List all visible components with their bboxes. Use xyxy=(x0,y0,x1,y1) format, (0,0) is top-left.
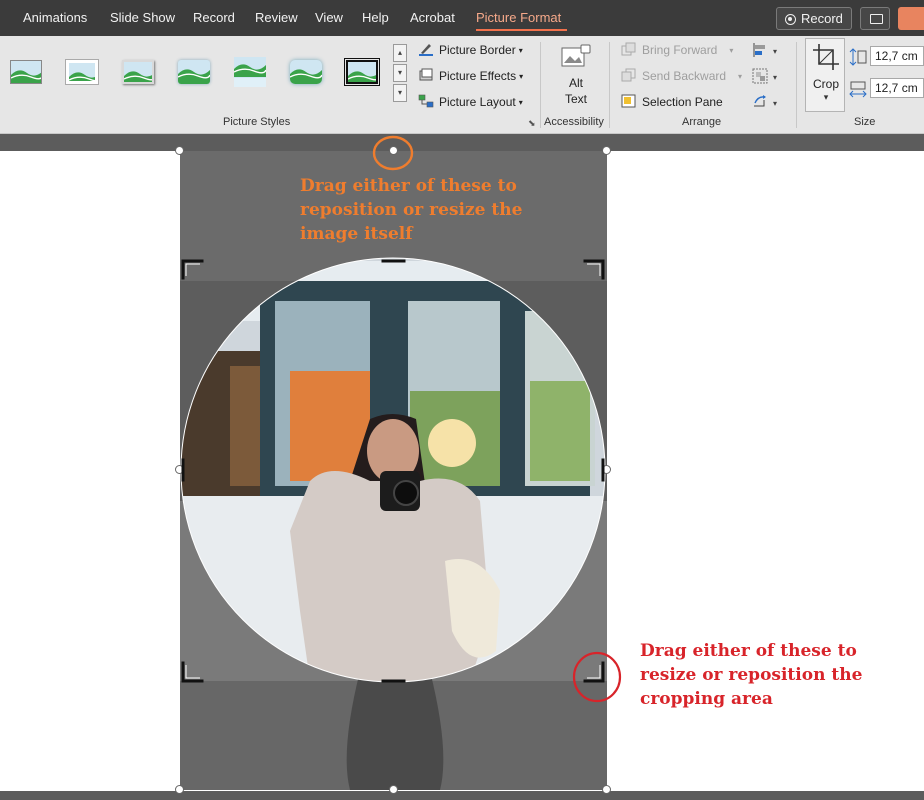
chevron-down-icon: ▾ xyxy=(823,92,829,102)
chevron-down-icon: ▾ xyxy=(519,72,524,81)
menu-slide-show[interactable]: Slide Show xyxy=(110,10,175,25)
picture-border-label: Picture Border xyxy=(439,43,516,57)
svg-text:▾: ▾ xyxy=(773,47,777,56)
image-resize-handle[interactable] xyxy=(175,785,184,794)
chevron-down-icon: ▾ xyxy=(518,46,523,55)
menu-bar: Animations Slide Show Record Review View… xyxy=(0,0,924,36)
menu-animations[interactable]: Animations xyxy=(23,10,87,25)
note-line: Drag either of these to xyxy=(300,176,517,196)
picture-effects-label: Picture Effects xyxy=(439,69,517,83)
group-separator xyxy=(796,42,797,128)
active-tab-underline xyxy=(476,29,567,31)
image-handle-note: Drag either of these to reposition or re… xyxy=(300,174,522,246)
gallery-scroll-arrows: ▴ ▾ ▾ xyxy=(393,44,407,104)
record-button[interactable]: Record xyxy=(776,7,852,30)
picture-border-icon xyxy=(418,42,434,56)
align-icon[interactable]: ▾ xyxy=(752,42,780,60)
picture-style-thumbnail[interactable] xyxy=(286,54,326,90)
share-button[interactable] xyxy=(898,7,924,30)
menu-help[interactable]: Help xyxy=(362,10,389,25)
picture-layout-button[interactable]: Picture Layout ▾ xyxy=(418,94,523,109)
height-field[interactable]: 12,7 cm xyxy=(870,46,924,66)
note-line: reposition or resize the xyxy=(300,200,523,220)
menu-record[interactable]: Record xyxy=(193,10,235,25)
svg-text:▾: ▾ xyxy=(773,73,777,82)
bring-forward-icon xyxy=(621,42,637,56)
image-resize-handle[interactable] xyxy=(175,146,184,155)
chevron-down-icon: ▾ xyxy=(729,46,734,55)
alt-text-icon xyxy=(561,44,591,67)
picture-effects-icon xyxy=(418,68,434,82)
canvas-top-band xyxy=(0,134,924,151)
chevron-down-icon: ▾ xyxy=(518,98,523,107)
image-resize-handle[interactable] xyxy=(602,146,611,155)
shape-height-icon xyxy=(849,48,867,66)
note-line: cropping area xyxy=(640,689,773,709)
image-resize-handle[interactable] xyxy=(175,465,184,474)
height-value: 12,7 cm xyxy=(875,49,918,63)
alt-text-line2: Text xyxy=(564,92,587,106)
chevron-down-icon: ▾ xyxy=(738,72,743,81)
group-separator xyxy=(540,42,541,128)
note-line: Drag either of these to xyxy=(640,641,857,661)
crop-button[interactable]: Crop ▾ xyxy=(805,38,845,112)
send-backward-icon xyxy=(621,68,637,82)
ribbon: ▴ ▾ ▾ Picture Border ▾ Picture Effects ▾ P… xyxy=(0,36,924,134)
gallery-up-icon[interactable]: ▴ xyxy=(393,44,407,62)
photo-image[interactable] xyxy=(180,151,607,790)
note-line: resize or reposition the xyxy=(640,665,863,685)
crop-label: Crop xyxy=(812,77,839,91)
photo-content xyxy=(180,151,607,790)
picture-style-thumbnail[interactable] xyxy=(118,54,158,90)
gallery-more-icon[interactable]: ▾ xyxy=(393,84,407,102)
shape-width-icon xyxy=(849,81,867,98)
send-backward-button[interactable]: Send Backward ▾ xyxy=(621,68,742,83)
bring-forward-label: Bring Forward xyxy=(642,43,718,57)
selection-pane-label: Selection Pane xyxy=(642,95,723,109)
comment-icon[interactable] xyxy=(860,7,890,30)
svg-text:▾: ▾ xyxy=(773,99,777,108)
picture-styles-group-label: Picture Styles xyxy=(223,116,291,128)
group-separator xyxy=(609,42,610,128)
crop-handle-note: Drag either of these to resize or reposi… xyxy=(640,639,862,711)
alt-text-line1: Alt xyxy=(568,76,583,90)
note-line: image itself xyxy=(300,224,413,244)
menu-picture-format[interactable]: Picture Format xyxy=(476,10,561,25)
menu-review[interactable]: Review xyxy=(255,10,298,25)
record-icon xyxy=(785,14,796,25)
picture-effects-button[interactable]: Picture Effects ▾ xyxy=(418,68,523,83)
crop-icon xyxy=(813,44,839,70)
group-objects-icon[interactable]: ▾ xyxy=(752,68,780,86)
menu-view[interactable]: View xyxy=(315,10,343,25)
record-button-label: Record xyxy=(801,11,843,26)
accessibility-group-label: Accessibility xyxy=(544,116,604,128)
image-resize-handle[interactable] xyxy=(389,146,398,155)
picture-layout-icon xyxy=(418,94,434,108)
picture-style-thumbnail[interactable] xyxy=(174,54,214,90)
canvas-bottom-band xyxy=(0,791,924,800)
selection-pane-icon xyxy=(621,94,637,108)
picture-style-thumbnail[interactable] xyxy=(342,54,382,90)
bring-forward-button[interactable]: Bring Forward ▾ xyxy=(621,42,733,57)
arrange-group-label: Arrange xyxy=(682,116,722,128)
dialog-launcher-icon[interactable]: ⬊ xyxy=(528,118,536,129)
alt-text-button[interactable]: Alt Text xyxy=(552,42,600,108)
width-value: 12,7 cm xyxy=(875,81,918,95)
selection-pane-button[interactable]: Selection Pane xyxy=(621,94,723,109)
size-group-label: Size xyxy=(854,116,876,128)
rotate-icon[interactable]: ▾ xyxy=(752,94,780,112)
picture-border-button[interactable]: Picture Border ▾ xyxy=(418,42,523,57)
width-field[interactable]: 12,7 cm xyxy=(870,78,924,98)
picture-style-thumbnail[interactable] xyxy=(230,54,270,90)
picture-style-thumbnail[interactable] xyxy=(6,54,46,90)
image-resize-handle[interactable] xyxy=(389,785,398,794)
picture-style-thumbnail[interactable] xyxy=(62,54,102,90)
send-backward-label: Send Backward xyxy=(642,69,727,83)
image-resize-handle[interactable] xyxy=(602,785,611,794)
image-resize-handle[interactable] xyxy=(602,465,611,474)
picture-layout-label: Picture Layout xyxy=(439,95,516,109)
menu-acrobat[interactable]: Acrobat xyxy=(410,10,455,25)
gallery-down-icon[interactable]: ▾ xyxy=(393,64,407,82)
